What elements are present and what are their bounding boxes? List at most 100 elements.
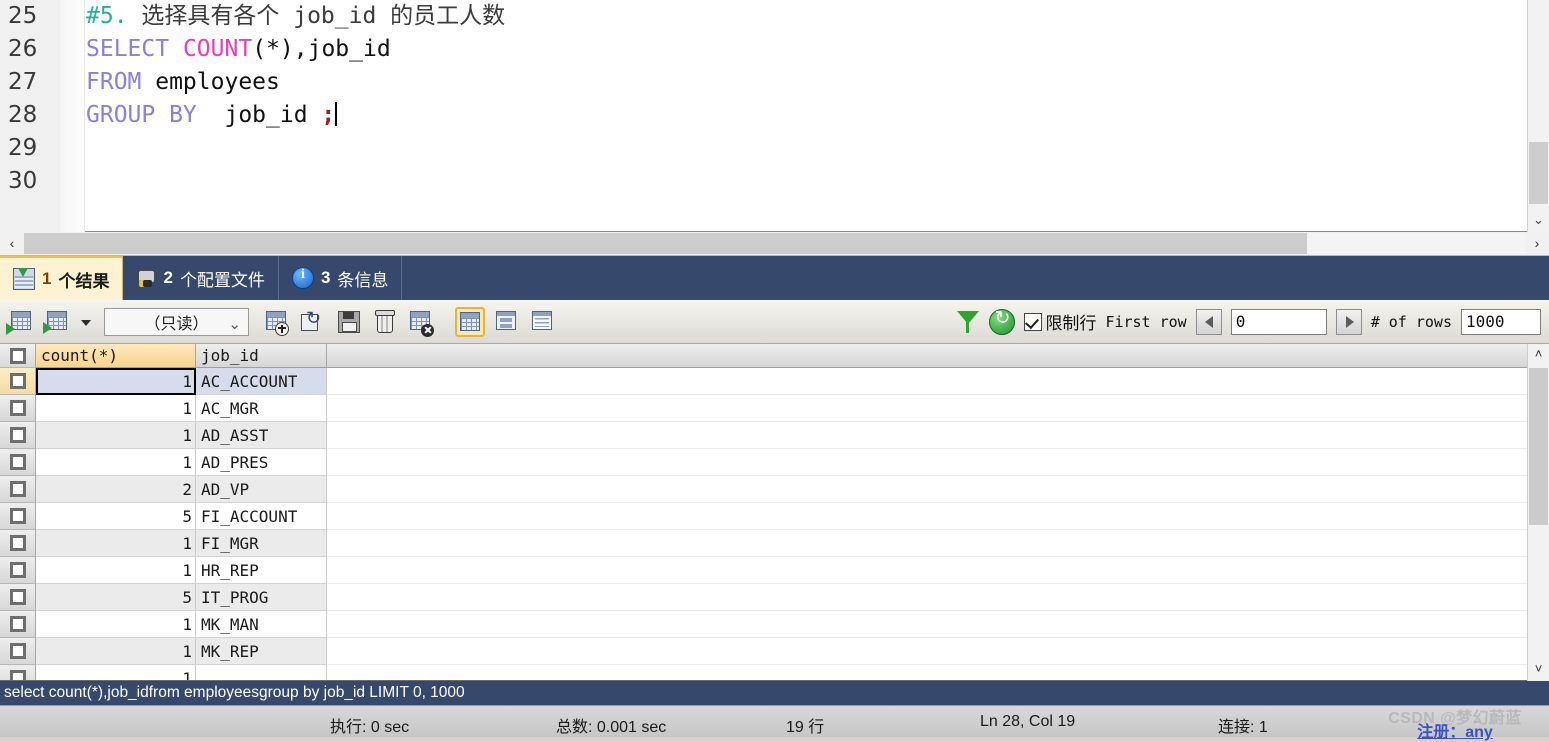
cell-count[interactable]: 5 <box>36 503 196 530</box>
clear-row-icon[interactable] <box>405 307 435 337</box>
checkbox-icon[interactable] <box>9 400 26 416</box>
refresh-icon[interactable] <box>989 307 1016 335</box>
checkbox-icon[interactable] <box>9 481 26 497</box>
cell-count[interactable]: 1 <box>36 611 196 638</box>
grid-vertical-scrollbar[interactable]: ˄ ˅ <box>1527 344 1549 681</box>
cell-jobid[interactable]: FI_MGR <box>196 530 327 557</box>
cell-count[interactable]: 1 <box>36 395 196 422</box>
import-recordset-icon[interactable] <box>42 307 72 337</box>
cell-jobid[interactable]: FI_ACCOUNT <box>196 503 327 530</box>
form-view-icon[interactable] <box>491 307 521 337</box>
cell-jobid[interactable]: IT_PROG <box>196 584 327 611</box>
table-row[interactable]: 1 <box>0 665 1549 680</box>
row-select-cell[interactable] <box>0 557 36 584</box>
cell-jobid[interactable]: AD_VP <box>196 476 327 503</box>
cell-count[interactable]: 1 <box>36 638 196 665</box>
cell-count[interactable]: 2 <box>36 476 196 503</box>
cell-jobid[interactable]: AC_ACCOUNT <box>196 368 327 395</box>
text-view-icon[interactable] <box>527 307 557 337</box>
limit-rows-checkbox[interactable]: 限制行 <box>1024 309 1096 334</box>
table-row[interactable]: 1 AC_MGR <box>0 395 1549 422</box>
filter-icon[interactable] <box>956 309 980 335</box>
cell-count[interactable]: 1 <box>36 665 196 680</box>
checkbox-icon[interactable] <box>9 373 26 389</box>
save-icon[interactable] <box>333 307 363 337</box>
cell-count[interactable]: 1 <box>36 449 196 476</box>
checkbox-icon[interactable] <box>9 562 26 578</box>
table-row[interactable]: 1 MK_REP <box>0 638 1549 665</box>
editor-scroll-thumb[interactable] <box>1529 142 1548 204</box>
column-header-count[interactable]: count(*) <box>36 344 196 368</box>
table-row[interactable]: 1 AD_PRES <box>0 449 1549 476</box>
tab-profiles[interactable]: 2 个配置文件 <box>123 256 279 300</box>
row-select-cell[interactable] <box>0 611 36 638</box>
cell-jobid[interactable]: AD_PRES <box>196 449 327 476</box>
delete-row-icon[interactable] <box>369 307 399 337</box>
grid-scroll-thumb[interactable] <box>1529 368 1548 525</box>
grid-scroll-up-arrow[interactable]: ˄ <box>1528 344 1549 366</box>
row-select-cell[interactable] <box>0 665 36 680</box>
table-row[interactable]: 1 HR_REP <box>0 557 1549 584</box>
cell-count[interactable]: 1 <box>36 368 196 395</box>
grid-scroll-down-arrow[interactable]: ˅ <box>1528 659 1549 681</box>
cell-jobid[interactable]: MK_MAN <box>196 611 327 638</box>
cell-jobid[interactable] <box>196 665 327 680</box>
hscroll-thumb[interactable] <box>24 233 1307 254</box>
edit-mode-select[interactable]: （只读） ⌄ <box>104 307 249 336</box>
table-row[interactable]: 1 AD_ASST <box>0 422 1549 449</box>
select-all-cell[interactable] <box>0 344 36 368</box>
num-rows-input[interactable]: 1000 <box>1461 308 1541 335</box>
export-recordset-icon[interactable] <box>6 307 36 337</box>
table-row[interactable]: 1 MK_MAN <box>0 611 1549 638</box>
cell-jobid[interactable]: HR_REP <box>196 557 327 584</box>
editor-scroll-down-arrow[interactable]: ⌄ <box>1528 210 1549 232</box>
checkbox-icon[interactable] <box>9 347 26 364</box>
hscroll-right-arrow[interactable]: › <box>1525 232 1549 255</box>
grid-view-icon[interactable] <box>455 306 485 337</box>
cell-count[interactable]: 5 <box>36 584 196 611</box>
checkbox-icon[interactable] <box>9 589 26 605</box>
revert-icon[interactable] <box>297 307 327 337</box>
first-row-next-button[interactable] <box>1335 308 1362 335</box>
cell-jobid[interactable]: AC_MGR <box>196 395 327 422</box>
row-select-cell[interactable] <box>0 422 36 449</box>
table-row[interactable]: 5 IT_PROG <box>0 584 1549 611</box>
checkbox-icon[interactable] <box>9 454 26 470</box>
hscroll-track[interactable] <box>24 233 1525 254</box>
cell-count[interactable]: 1 <box>36 557 196 584</box>
row-select-cell[interactable] <box>0 449 36 476</box>
table-row[interactable]: 2 AD_VP <box>0 476 1549 503</box>
cell-count[interactable]: 1 <box>36 530 196 557</box>
table-row[interactable]: 5 FI_ACCOUNT <box>0 503 1549 530</box>
row-select-cell[interactable] <box>0 368 36 395</box>
cell-jobid[interactable]: MK_REP <box>196 638 327 665</box>
checkbox-icon[interactable] <box>9 427 26 443</box>
tab-results[interactable]: 1 个结果 <box>0 256 124 300</box>
checkbox-icon[interactable] <box>9 535 26 551</box>
checkbox-icon[interactable] <box>9 508 26 524</box>
row-select-cell[interactable] <box>0 638 36 665</box>
editor-horizontal-scrollbar[interactable]: ‹ › <box>0 232 1549 256</box>
row-select-cell[interactable] <box>0 530 36 557</box>
sql-editor[interactable]: 25 26 27 28 29 30 #5. 选择具有各个 job_id 的员工人… <box>0 0 1549 232</box>
row-select-cell[interactable] <box>0 395 36 422</box>
insert-row-icon[interactable] <box>261 307 291 337</box>
chevron-down-icon[interactable] <box>78 307 92 337</box>
cell-jobid[interactable]: AD_ASST <box>196 422 327 449</box>
table-row[interactable]: 1 AC_ACCOUNT <box>0 368 1549 395</box>
tab-messages[interactable]: 3 条信息 <box>279 256 403 300</box>
checkbox-icon[interactable] <box>9 670 26 680</box>
cell-count[interactable]: 1 <box>36 422 196 449</box>
row-select-cell[interactable] <box>0 476 36 503</box>
hscroll-left-arrow[interactable]: ‹ <box>0 232 24 255</box>
table-row[interactable]: 1 FI_MGR <box>0 530 1549 557</box>
editor-code-area[interactable]: #5. 选择具有各个 job_id 的员工人数 SELECT COUNT(*),… <box>86 0 1527 232</box>
first-row-input[interactable]: 0 <box>1230 308 1327 335</box>
row-select-cell[interactable] <box>0 584 36 611</box>
result-data-grid[interactable]: count(*) job_id 1 AC_ACCOUNT 1 AC_MGR 1 … <box>0 344 1549 681</box>
column-header-jobid[interactable]: job_id <box>196 344 327 368</box>
checkbox-icon[interactable] <box>9 616 26 632</box>
checkbox-icon[interactable] <box>9 643 26 659</box>
editor-vertical-scrollbar[interactable]: ⌄ <box>1527 0 1549 232</box>
first-row-prev-button[interactable] <box>1195 308 1222 335</box>
